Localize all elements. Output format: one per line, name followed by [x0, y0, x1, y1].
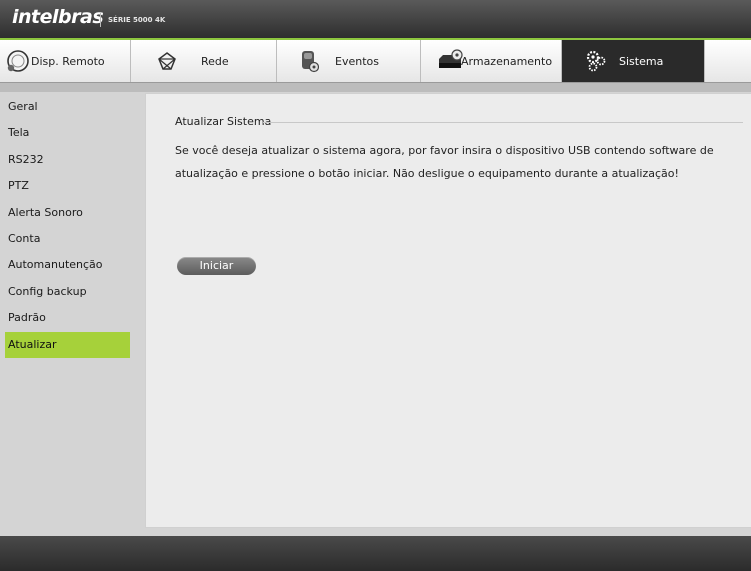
sidebar-item-geral[interactable]: Geral — [5, 94, 130, 120]
sidebar-menu: Geral Tela RS232 PTZ Alerta Sonoro Conta… — [5, 94, 130, 528]
brand-logo: intelbras — [12, 6, 104, 28]
tab-rede[interactable]: Rede — [131, 40, 277, 82]
brand-divider — [100, 13, 101, 27]
update-instructions: Se você deseja atualizar o sistema agora… — [175, 144, 714, 180]
events-icon — [299, 49, 320, 76]
tab-label: Eventos — [335, 54, 379, 68]
content-panel: Atualizar Sistema Se você deseja atualiz… — [145, 93, 751, 528]
tab-armazenamento[interactable]: Armazenamento — [421, 40, 562, 82]
tab-eventos[interactable]: Eventos — [277, 40, 421, 82]
sidebar-item-conta[interactable]: Conta — [5, 226, 130, 252]
sidebar-item-rs232[interactable]: RS232 — [5, 147, 130, 173]
sidebar-item-automanutencao[interactable]: Automanutenção — [5, 252, 130, 278]
tab-label: Rede — [201, 54, 229, 68]
gears-icon — [585, 49, 607, 76]
storage-icon — [437, 49, 463, 74]
main-tabs: Disp. Remoto Rede Eventos Armazenamento … — [0, 40, 751, 83]
tab-label: Armazenamento — [461, 54, 553, 68]
tab-disp-remoto[interactable]: Disp. Remoto — [0, 40, 131, 82]
remote-device-icon — [6, 49, 30, 76]
sidebar-item-tela[interactable]: Tela — [5, 120, 130, 146]
start-button[interactable]: Iniciar — [177, 257, 256, 275]
tab-underline-strip — [0, 83, 751, 92]
tab-label: Sistema — [619, 54, 664, 68]
series-label: SÉRIE 5000 4K — [108, 16, 166, 24]
title-bar: intelbras SÉRIE 5000 4K — [0, 0, 751, 40]
sidebar-item-ptz[interactable]: PTZ — [5, 173, 130, 199]
tab-label: Disp. Remoto — [31, 54, 105, 68]
bottom-bar — [0, 536, 751, 571]
section-title: Atualizar Sistema — [175, 115, 272, 128]
sidebar-item-config-backup[interactable]: Config backup — [5, 279, 130, 305]
section-divider — [263, 122, 743, 123]
sidebar-item-alerta-sonoro[interactable]: Alerta Sonoro — [5, 200, 130, 226]
tab-sistema[interactable]: Sistema — [562, 40, 705, 82]
sidebar-item-atualizar[interactable]: Atualizar — [5, 331, 130, 358]
sidebar-item-padrao[interactable]: Padrão — [5, 305, 130, 331]
network-icon — [157, 51, 177, 74]
